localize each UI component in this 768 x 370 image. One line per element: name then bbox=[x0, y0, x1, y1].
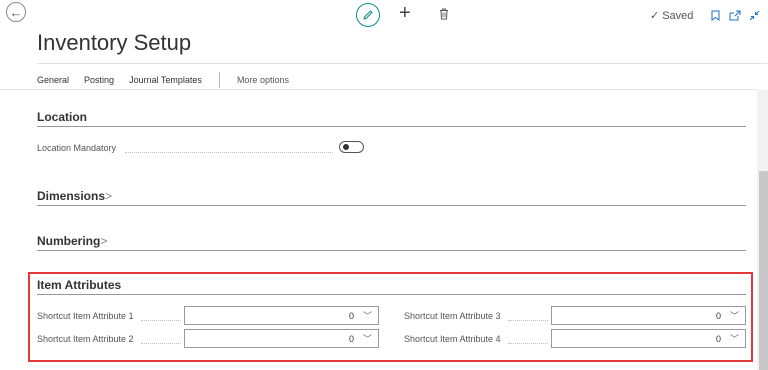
toggle-knob bbox=[343, 144, 349, 150]
delete-button[interactable] bbox=[439, 7, 449, 25]
open-in-new-window-icon bbox=[729, 10, 741, 21]
chevron-down-icon: ﹀ bbox=[729, 311, 739, 321]
trash-icon bbox=[440, 8, 448, 20]
field-leader-dots bbox=[508, 343, 548, 344]
saved-label: Saved bbox=[662, 9, 694, 22]
tab-general[interactable]: General bbox=[37, 75, 69, 85]
chevron-down-icon: ﹀ bbox=[729, 334, 739, 344]
chevron-right-icon: > bbox=[100, 234, 108, 248]
new-button[interactable]: + bbox=[399, 2, 411, 24]
shortcut-attribute-2-label: Shortcut Item Attribute 2 bbox=[37, 334, 134, 344]
tab-separator bbox=[218, 72, 220, 88]
field-leader-dots bbox=[141, 343, 181, 344]
chevron-down-icon: ﹀ bbox=[362, 311, 372, 321]
pencil-icon bbox=[363, 10, 373, 20]
location-section-divider bbox=[37, 126, 746, 127]
location-mandatory-label: Location Mandatory bbox=[37, 143, 117, 153]
dimensions-section-header[interactable]: Dimensions> bbox=[37, 189, 112, 203]
plus-icon: + bbox=[399, 2, 411, 24]
collapse-icon bbox=[749, 10, 760, 21]
location-mandatory-toggle[interactable] bbox=[339, 141, 364, 153]
item-attributes-section-title[interactable]: Item Attributes bbox=[37, 278, 121, 292]
chevron-down-icon: ﹀ bbox=[362, 334, 372, 344]
dimensions-section-title: Dimensions bbox=[37, 189, 106, 203]
field-leader-dots bbox=[125, 152, 333, 153]
shortcut-attribute-1-select[interactable]: 0 ﹀ bbox=[184, 306, 379, 325]
edit-button[interactable] bbox=[356, 3, 380, 27]
scrollbar-thumb[interactable] bbox=[759, 171, 768, 370]
chevron-right-icon: > bbox=[105, 189, 113, 203]
action-tabs: General Posting Journal Templates More o… bbox=[37, 72, 304, 88]
numbering-section-header[interactable]: Numbering> bbox=[37, 234, 107, 248]
shortcut-attribute-1-label: Shortcut Item Attribute 1 bbox=[37, 311, 134, 321]
shortcut-attribute-3-value: 0 bbox=[715, 310, 721, 321]
shortcut-attribute-4-select[interactable]: 0 ﹀ bbox=[551, 329, 746, 348]
shortcut-attribute-2-value: 0 bbox=[348, 333, 354, 344]
field-leader-dots bbox=[508, 320, 548, 321]
dimensions-section-divider bbox=[37, 205, 746, 206]
title-divider bbox=[37, 63, 767, 64]
shortcut-attribute-3-label: Shortcut Item Attribute 3 bbox=[404, 311, 501, 321]
shortcut-attribute-4-label: Shortcut Item Attribute 4 bbox=[404, 334, 501, 344]
back-button[interactable]: ← bbox=[6, 2, 26, 22]
bookmark-button[interactable] bbox=[711, 8, 720, 26]
tab-posting[interactable]: Posting bbox=[84, 75, 114, 85]
more-options-button[interactable]: More options bbox=[237, 75, 289, 85]
shortcut-attribute-2-select[interactable]: 0 ﹀ bbox=[184, 329, 379, 348]
location-section-title[interactable]: Location bbox=[37, 110, 87, 124]
back-arrow-icon: ← bbox=[9, 4, 23, 20]
tab-journal-templates[interactable]: Journal Templates bbox=[129, 75, 202, 85]
shortcut-attribute-1-value: 0 bbox=[348, 310, 354, 321]
check-icon: ✓ bbox=[650, 10, 660, 22]
collapse-button[interactable] bbox=[749, 8, 760, 26]
bookmark-icon bbox=[711, 10, 720, 21]
numbering-section-divider bbox=[37, 250, 746, 251]
open-new-window-button[interactable] bbox=[729, 8, 741, 26]
numbering-section-title: Numbering bbox=[37, 234, 101, 248]
field-leader-dots bbox=[141, 320, 181, 321]
saved-status: ✓ Saved bbox=[650, 9, 694, 23]
shortcut-attribute-4-value: 0 bbox=[715, 333, 721, 344]
nav-divider bbox=[0, 89, 757, 90]
item-attributes-section-divider bbox=[37, 294, 746, 295]
shortcut-attribute-3-select[interactable]: 0 ﹀ bbox=[551, 306, 746, 325]
page-title: Inventory Setup bbox=[37, 30, 192, 55]
